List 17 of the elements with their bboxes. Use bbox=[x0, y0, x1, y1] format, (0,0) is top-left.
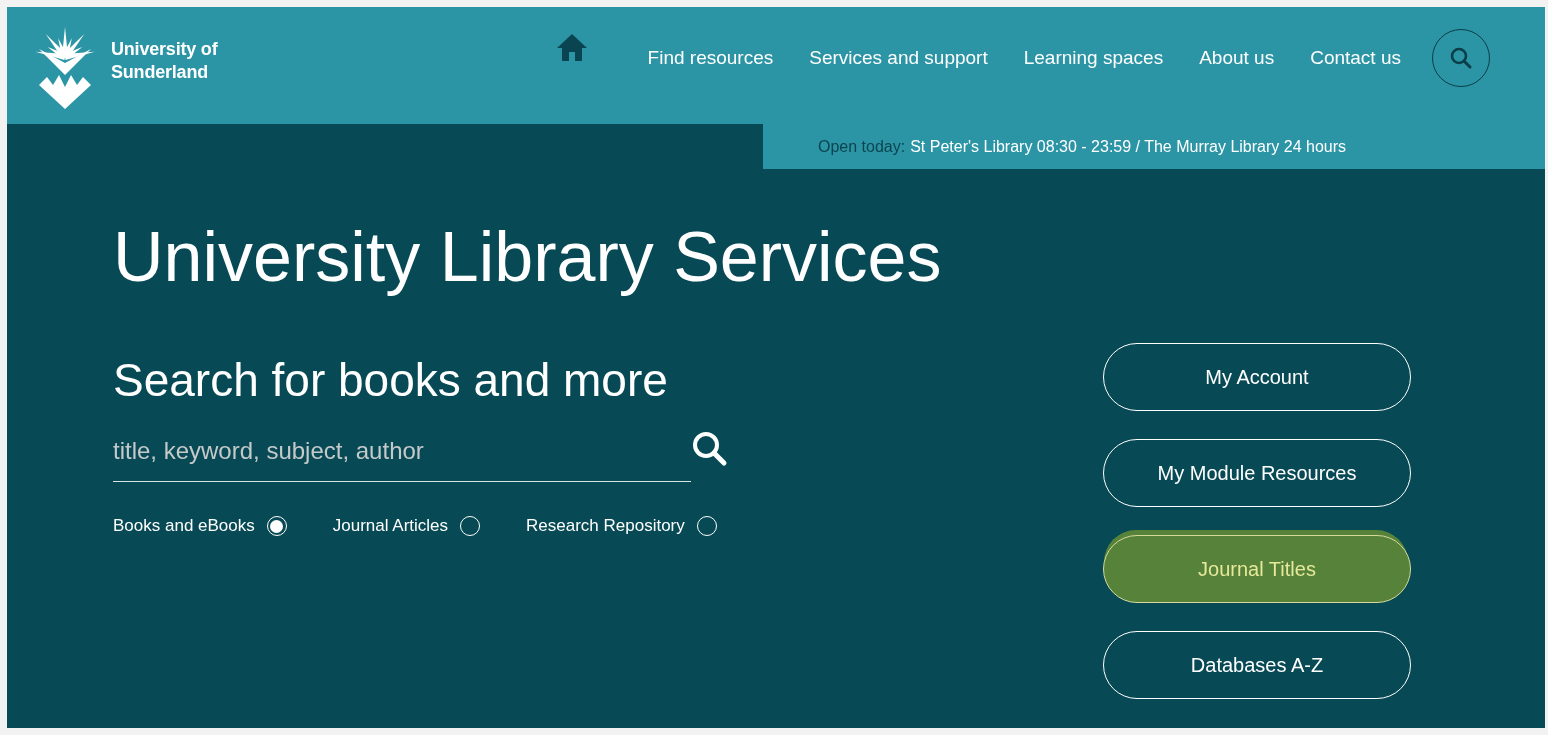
home-icon[interactable] bbox=[555, 33, 588, 61]
radio-option[interactable]: Research Repository bbox=[526, 516, 717, 536]
nav-link[interactable]: Contact us bbox=[1292, 47, 1419, 69]
search-heading: Search for books and more bbox=[113, 353, 669, 408]
nav-link[interactable]: Services and support bbox=[791, 47, 1006, 69]
nav-link[interactable]: Learning spaces bbox=[1005, 47, 1182, 69]
search-icon[interactable] bbox=[691, 430, 729, 468]
nav-link[interactable]: About us bbox=[1181, 47, 1293, 69]
page-title: University Library Services bbox=[113, 219, 943, 295]
nav-link[interactable]: Find resources bbox=[629, 47, 792, 69]
logo-text: University of Sunderland bbox=[111, 38, 218, 84]
search-icon bbox=[1449, 46, 1473, 70]
radio-option[interactable]: Books and eBooks bbox=[113, 516, 287, 536]
hours-label: Open today: bbox=[818, 137, 906, 156]
hours-text: St Peter's Library 08:30 - 23:59 / The Murray Library 24 hours bbox=[910, 137, 1347, 156]
radio-option[interactable]: Journal Articles bbox=[332, 516, 481, 536]
search-field[interactable]: title, keyword, subject, author bbox=[113, 437, 691, 482]
